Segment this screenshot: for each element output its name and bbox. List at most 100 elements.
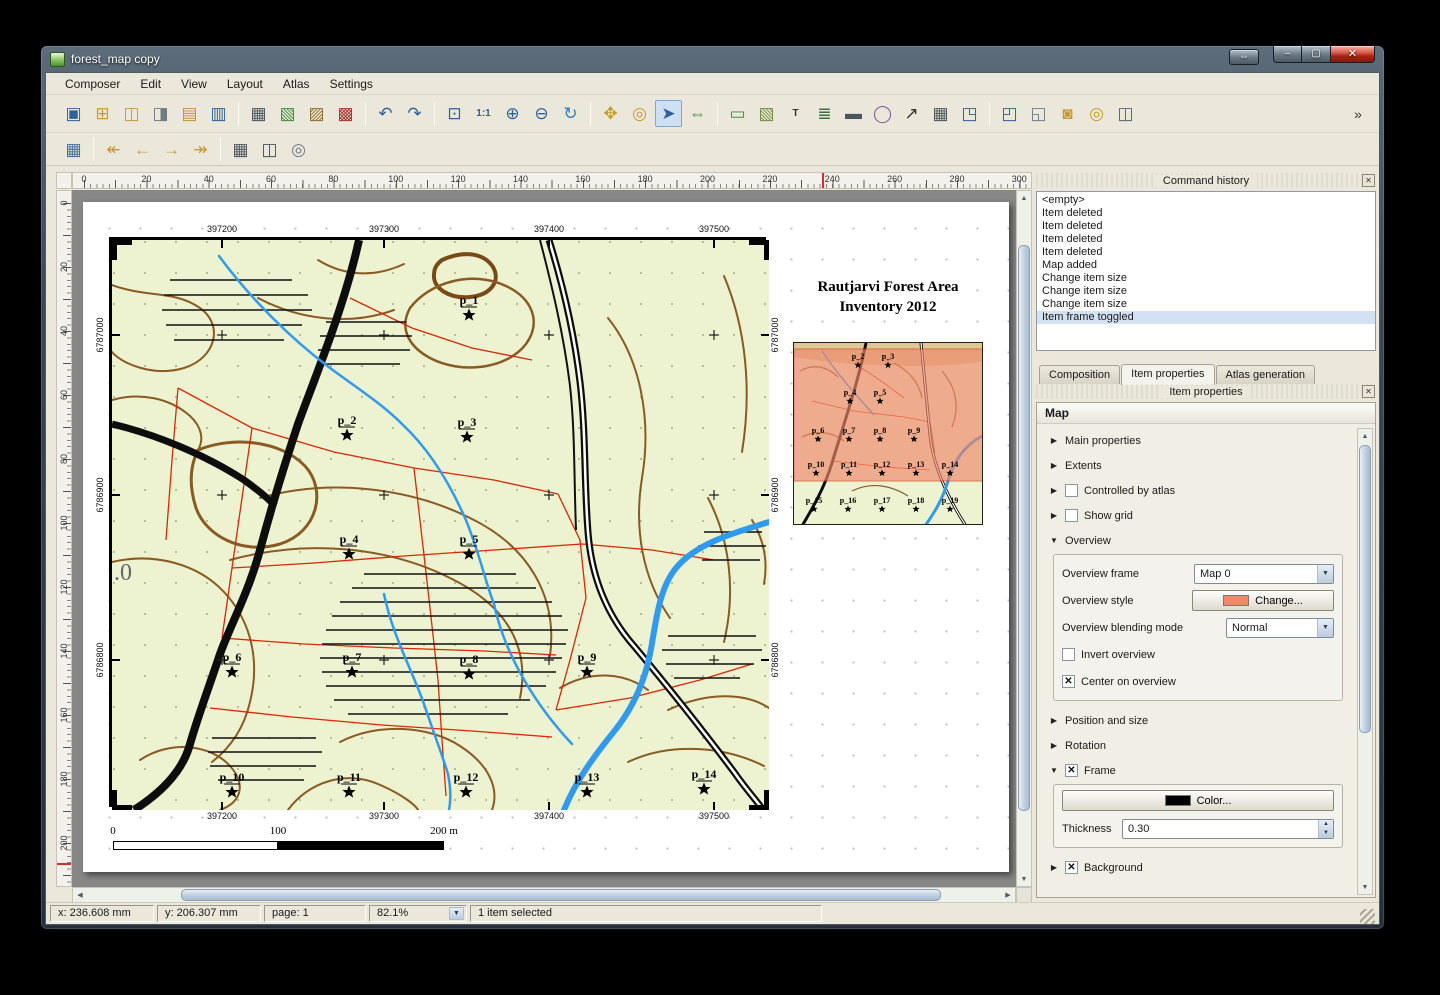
overview-blending-combobox[interactable]: Normal ▼ [1226,618,1334,638]
window-minimize-button[interactable]: – [1273,46,1302,63]
lock-items-button[interactable]: ◙ [1054,100,1081,127]
background-checkbox[interactable]: ✕ [1065,861,1078,874]
atlas-preview-button[interactable]: ▦ [60,136,87,163]
frame-checkbox[interactable]: ✕ [1065,764,1078,777]
frame-thickness-spinner[interactable]: 0.30 ▲ ▼ [1122,819,1334,839]
zoom-out-button[interactable]: ⊖ [528,100,555,127]
toolbar-overflow-button[interactable]: » [1349,100,1367,127]
add-html-frame-button[interactable]: ◳ [956,100,983,127]
section-rotation[interactable]: ▶ Rotation [1039,733,1353,758]
export-atlas-button[interactable]: ◫ [256,136,283,163]
history-item[interactable]: Item deleted [1037,207,1375,220]
overview-style-change-button[interactable]: Change... [1192,590,1334,611]
horizontal-scroll-thumb[interactable] [181,889,941,901]
tab-atlas-generation[interactable]: Atlas generation [1216,365,1316,384]
overview-map-item[interactable]: p_2p_3p_4p_5p_6p_7p_8p_9p_10p_11p_12p_13… [793,342,983,525]
vertical-scroll-thumb[interactable] [1018,245,1030,811]
atlas-previous-feature-button[interactable]: ← [129,136,156,163]
window-maximize-button[interactable]: ▢ [1302,46,1330,63]
scroll-down-icon[interactable]: ▼ [1017,872,1031,886]
ungroup-items-button[interactable]: ◱ [1025,100,1052,127]
atlas-options-button[interactable]: ◎ [285,136,312,163]
zoom-full-button[interactable]: ⊡ [441,100,468,127]
map-title-item[interactable]: Rautjarvi Forest Area Inventory 2012 [795,277,981,323]
menu-composer[interactable]: Composer [56,75,129,93]
zoom-actual-size-button[interactable]: 1:1 [470,100,497,127]
resize-grip[interactable] [1360,909,1375,924]
add-new-map-button[interactable]: ▭ [724,100,751,127]
raise-items-button[interactable]: ◫ [1112,100,1139,127]
add-ellipse-button[interactable]: ◯ [869,100,896,127]
save-project-button[interactable]: ▣ [60,100,87,127]
refresh-view-button[interactable]: ↻ [557,100,584,127]
history-item[interactable]: <empty> [1037,194,1375,207]
export-as-image-button[interactable]: ▧ [274,100,301,127]
new-composition-button[interactable]: ⊞ [89,100,116,127]
spinner-buttons[interactable]: ▲ ▼ [1318,820,1333,838]
duplicate-composition-button[interactable]: ◫ [118,100,145,127]
history-item[interactable]: Change item size [1037,272,1375,285]
properties-scrollbar[interactable]: ▲ ▼ [1357,428,1373,895]
history-item[interactable]: Item frame toggled [1037,311,1375,324]
properties-scroll-thumb[interactable] [1359,445,1371,733]
window-close-button[interactable]: ✕ [1330,46,1375,63]
window-switch-button[interactable]: ⇔ [1229,49,1259,65]
print-atlas-button[interactable]: ▦ [227,136,254,163]
select-move-item-button[interactable]: ➤ [655,100,682,127]
scroll-up-icon[interactable]: ▲ [1017,191,1031,205]
show-grid-checkbox[interactable] [1065,509,1078,522]
window-titlebar[interactable]: forest_map copy ⇔ – ▢ ✕ [41,46,1384,72]
scroll-left-icon[interactable]: ◀ [73,888,87,902]
menu-settings[interactable]: Settings [321,75,382,93]
add-new-scalebar-button[interactable]: ▬ [840,100,867,127]
menu-layout[interactable]: Layout [218,75,272,93]
scalebar-item[interactable]: 0100200 m [111,825,451,859]
history-item[interactable]: Change item size [1037,285,1375,298]
move-item-content-button[interactable]: ⇔ [684,100,711,127]
add-new-label-button[interactable]: T [782,100,809,127]
zoom-in-button[interactable]: ⊕ [499,100,526,127]
history-item[interactable]: Item deleted [1037,220,1375,233]
frame-color-button[interactable]: Color... [1062,790,1334,811]
controlled-by-atlas-checkbox[interactable] [1065,484,1078,497]
invert-overview-checkbox[interactable] [1062,648,1075,661]
overview-frame-combobox[interactable]: Map 0 ▼ [1194,564,1334,584]
print-button[interactable]: ▦ [245,100,272,127]
section-background[interactable]: ▶ ✕ Background [1039,855,1353,880]
canvas-horizontal-scrollbar[interactable]: ◀ ▶ [72,887,1016,903]
atlas-last-feature-button[interactable]: ↠ [187,136,214,163]
history-item[interactable]: Item deleted [1037,233,1375,246]
section-extents[interactable]: ▶ Extents [1039,453,1353,478]
add-new-legend-button[interactable]: ≣ [811,100,838,127]
section-controlled-by-atlas[interactable]: ▶ Controlled by atlas [1039,478,1353,503]
composer-canvas[interactable]: .0 p_1p_2p_3p_4p_5p_6p_7p_8p_9p_10p_11p_… [72,190,1016,887]
menu-edit[interactable]: Edit [131,75,170,93]
load-from-template-button[interactable]: ▤ [176,100,203,127]
atlas-next-feature-button[interactable]: → [158,136,185,163]
section-frame[interactable]: ▼ ✕ Frame [1039,758,1353,783]
save-as-template-button[interactable]: ▥ [205,100,232,127]
export-as-pdf-button[interactable]: ▩ [332,100,359,127]
zoom-combobox[interactable]: 82.1% ▼ [369,905,467,922]
spinner-down-icon[interactable]: ▼ [1319,829,1333,838]
zoom-region-button[interactable]: ◎ [626,100,653,127]
scroll-up-icon[interactable]: ▲ [1358,429,1372,443]
export-as-svg-button[interactable]: ▨ [303,100,330,127]
map-item[interactable]: .0 p_1p_2p_3p_4p_5p_6p_7p_8p_9p_10p_11p_… [109,237,766,807]
menu-view[interactable]: View [172,75,216,93]
item-properties-close-button[interactable]: ✕ [1362,385,1375,398]
tab-item-properties[interactable]: Item properties [1121,364,1214,385]
spinner-up-icon[interactable]: ▲ [1319,820,1333,829]
section-main-properties[interactable]: ▶ Main properties [1039,428,1353,453]
menu-atlas[interactable]: Atlas [274,75,319,93]
tab-composition[interactable]: Composition [1039,365,1120,384]
history-item[interactable]: Change item size [1037,298,1375,311]
undo-button[interactable]: ↶ [372,100,399,127]
group-items-button[interactable]: ◰ [996,100,1023,127]
zoom-dropdown-icon[interactable]: ▼ [449,907,464,920]
command-history-close-button[interactable]: ✕ [1362,174,1375,187]
redo-button[interactable]: ↷ [401,100,428,127]
history-item[interactable]: Map added [1037,259,1375,272]
composition-manager-button[interactable]: ◨ [147,100,174,127]
history-item[interactable]: Item deleted [1037,246,1375,259]
